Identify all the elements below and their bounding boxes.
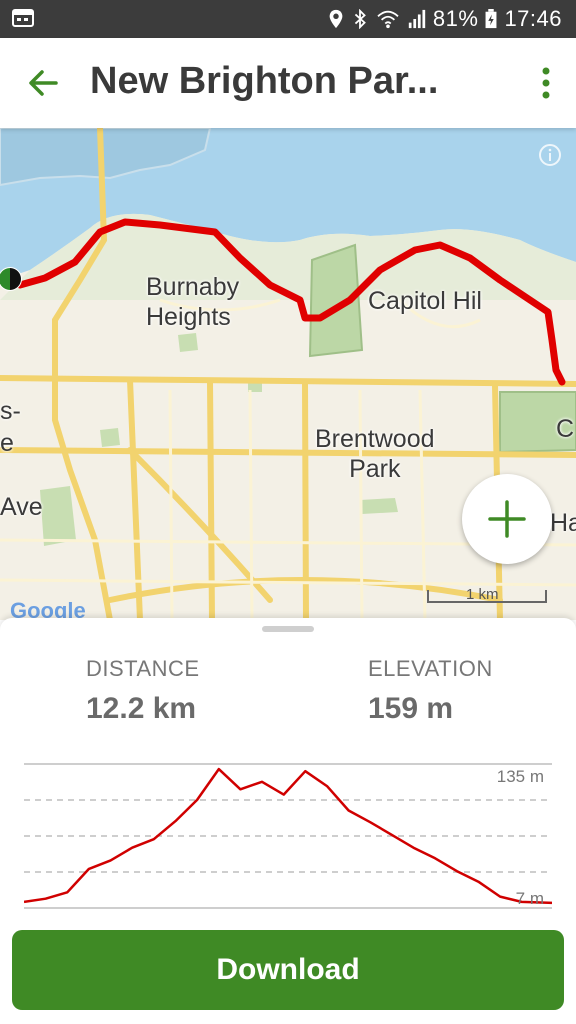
park-area xyxy=(100,428,120,447)
battery-percent: 81% xyxy=(432,6,479,31)
distance-value: 12.2 km xyxy=(86,692,197,725)
elevation-value: 159 m xyxy=(368,692,454,725)
back-arrow-icon[interactable] xyxy=(26,66,62,100)
map-label-capitol-hill: Capitol Hil xyxy=(368,287,482,315)
more-vert-icon[interactable] xyxy=(538,66,554,100)
status-bar: 81% 17:46 xyxy=(0,0,576,38)
elevation-label: ELEVATION xyxy=(368,656,493,681)
clock: 17:46 xyxy=(504,6,562,31)
bluetooth-icon xyxy=(354,9,366,29)
page-title: New Brighton Par... xyxy=(90,60,439,102)
download-button[interactable]: Download xyxy=(12,930,564,1010)
elevation-chart: 135 m 7 m xyxy=(24,763,552,909)
map-scale-label: 1 km xyxy=(466,586,499,603)
park-area xyxy=(360,498,398,514)
trail-details-sheet: DISTANCE 12.2 km ELEVATION 159 m 135 m 7… xyxy=(0,618,576,1024)
minor-roads xyxy=(0,298,576,620)
app-bar: New Brighton Par... xyxy=(0,38,576,128)
battery-icon xyxy=(485,9,497,29)
map-label-burnaby-heights: Burnaby Heights xyxy=(146,273,240,331)
park-area xyxy=(178,333,198,352)
sheet-grabber[interactable] xyxy=(262,626,314,632)
signal-icon xyxy=(408,9,426,29)
map-label-fragment: C xyxy=(556,415,575,443)
map-label-fragment: Ha xyxy=(550,509,576,537)
map-label-ave: Ave xyxy=(0,493,43,521)
trailhead-marker-icon[interactable] xyxy=(0,265,26,295)
info-icon[interactable] xyxy=(538,143,562,167)
map-label-fragment: e xyxy=(0,429,14,457)
zoom-in-button[interactable] xyxy=(462,474,552,564)
distance-label: DISTANCE xyxy=(86,656,200,681)
map-label-fragment: s- xyxy=(0,397,21,425)
wifi-icon xyxy=(377,10,399,29)
chart-max-label: 135 m xyxy=(497,767,544,786)
park-area xyxy=(40,486,76,546)
chart-min-label: 7 m xyxy=(516,889,544,908)
map-label-brentwood-park: Brentwood Park xyxy=(315,425,435,483)
zoom-in-icon xyxy=(488,500,526,538)
calendar-icon xyxy=(12,9,34,27)
location-icon xyxy=(329,9,343,29)
